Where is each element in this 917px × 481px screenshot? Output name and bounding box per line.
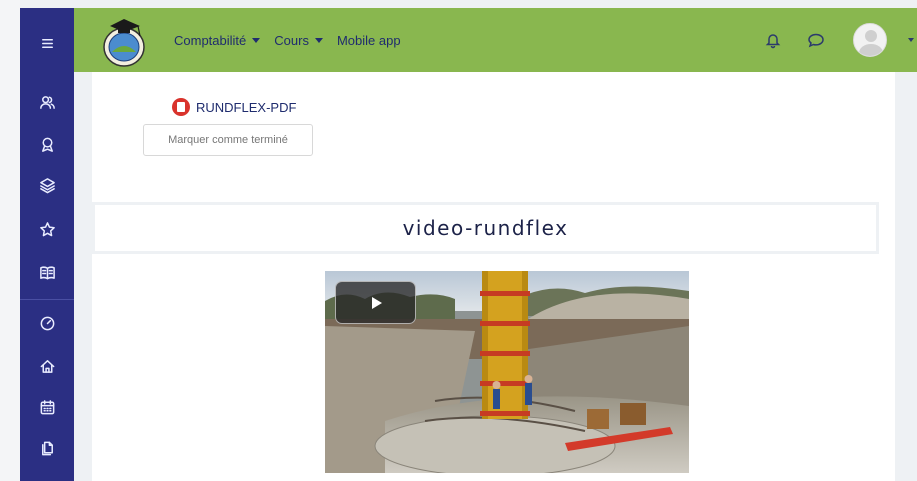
pdf-resource-label: RUNDFLEX-PDF	[196, 99, 297, 115]
star-icon	[39, 221, 55, 236]
section-header: video-rundflex	[92, 202, 879, 254]
nav-cours-label: Cours	[274, 32, 309, 48]
sidebar-item-dashboard[interactable]	[20, 306, 74, 340]
pdf-resource-link[interactable]: RUNDFLEX-PDF	[172, 98, 296, 116]
video-player[interactable]	[325, 271, 689, 473]
primary-nav: Comptabilité Cours Mobile app	[174, 8, 401, 72]
files-icon	[41, 441, 53, 455]
sidebar	[20, 8, 74, 481]
sidebar-item-calendar[interactable]	[20, 390, 74, 424]
sidebar-item-course[interactable]	[20, 255, 74, 289]
badge-icon	[41, 137, 53, 152]
sidebar-item-participants[interactable]	[20, 85, 74, 119]
resource-section: RUNDFLEX-PDF Marquer comme terminé	[92, 72, 895, 192]
sidebar-item-files[interactable]	[20, 431, 74, 465]
course-content: RUNDFLEX-PDF Marquer comme terminé video…	[92, 72, 895, 481]
play-button[interactable]	[335, 281, 416, 324]
bell-icon	[765, 34, 781, 49]
avatar-head	[865, 30, 877, 42]
top-navbar: Comptabilité Cours Mobile app	[74, 8, 917, 72]
menu-toggle-button[interactable]	[20, 26, 74, 60]
mark-as-done-button[interactable]: Marquer comme terminé	[143, 124, 313, 156]
sidebar-item-competencies[interactable]	[20, 168, 74, 202]
section-title: video-rundflex	[402, 216, 569, 240]
nav-cours-menu[interactable]: Cours	[274, 33, 323, 48]
caret-down-icon	[314, 37, 323, 43]
sidebar-item-home[interactable]	[20, 349, 74, 383]
pdf-icon	[172, 98, 190, 116]
nav-mobile-app-link[interactable]: Mobile app	[337, 33, 401, 48]
sidebar-item-grades[interactable]	[20, 212, 74, 246]
nav-comptabilite-menu[interactable]: Comptabilité	[174, 32, 261, 48]
sidebar-divider	[20, 299, 74, 300]
user-avatar[interactable]	[853, 23, 887, 57]
calendar-icon	[40, 399, 54, 414]
caret-down-icon	[252, 37, 261, 43]
layers-icon	[39, 177, 55, 193]
messages-button[interactable]	[807, 31, 825, 49]
site-logo[interactable]	[100, 14, 148, 68]
home-icon	[40, 359, 54, 373]
avatar-body	[859, 44, 883, 56]
users-icon	[39, 95, 55, 109]
dashboard-icon	[40, 316, 54, 330]
nav-mobile-app-label: Mobile app	[336, 32, 401, 48]
book-icon	[39, 265, 55, 279]
chat-icon	[808, 33, 824, 48]
user-menu-caret-icon[interactable]	[908, 38, 914, 42]
window-edge	[0, 0, 20, 481]
sidebar-item-badges[interactable]	[20, 127, 74, 161]
menu-icon	[41, 38, 53, 48]
nav-comptabilite-label: Comptabilité	[174, 32, 247, 48]
play-icon	[372, 296, 382, 309]
notifications-button[interactable]	[764, 31, 782, 49]
